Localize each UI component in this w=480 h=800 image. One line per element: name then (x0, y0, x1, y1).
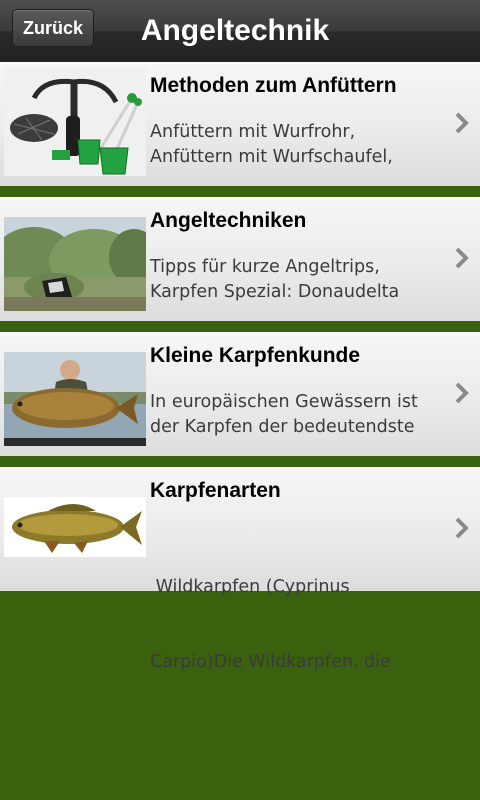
list-item-karpfenkunde[interactable]: Kleine Karpfenkunde In europäischen Gewä… (0, 332, 480, 467)
list-item-anfuettern[interactable]: Methoden zum Anfüttern Anfüttern mit Wur… (0, 62, 480, 197)
back-button[interactable]: Zurück (12, 9, 94, 47)
list-item-angeltechniken[interactable]: Angeltechniken Tipps für kurze Angeltrip… (0, 197, 480, 332)
item-description: Wildkarpfen (Cyprinus Carpio)Die Wildkar… (150, 577, 391, 672)
chevron-right-icon (455, 382, 469, 404)
angler-with-carp-image (4, 352, 146, 446)
item-title: Methoden zum Anfüttern (150, 74, 397, 97)
fishing-spot-image (4, 217, 146, 311)
item-description: In europäischen Gewässern ist der Karpfe… (150, 392, 418, 437)
chevron-right-icon (455, 517, 469, 539)
chevron-right-icon (455, 247, 469, 269)
carp-fish-image (4, 497, 146, 557)
article-list: Methoden zum Anfüttern Anfüttern mit Wur… (0, 62, 480, 672)
item-description: Anfüttern mit Wurfrohr, Anfüttern mit Wu… (150, 122, 393, 167)
item-title: Angeltechniken (150, 209, 307, 232)
item-title: Kleine Karpfenkunde (150, 344, 361, 367)
chevron-right-icon (455, 112, 469, 134)
feeding-tools-image (4, 68, 146, 176)
item-description: Tipps für kurze Angeltrips, Karpfen Spez… (150, 257, 400, 302)
header-bar: Angeltechnik Zurück (0, 0, 480, 62)
item-title: Karpfenarten (150, 479, 281, 502)
list-item-karpfenarten[interactable]: Karpfenarten Wildkarpfen (Cyprinus Carpi… (0, 467, 480, 672)
